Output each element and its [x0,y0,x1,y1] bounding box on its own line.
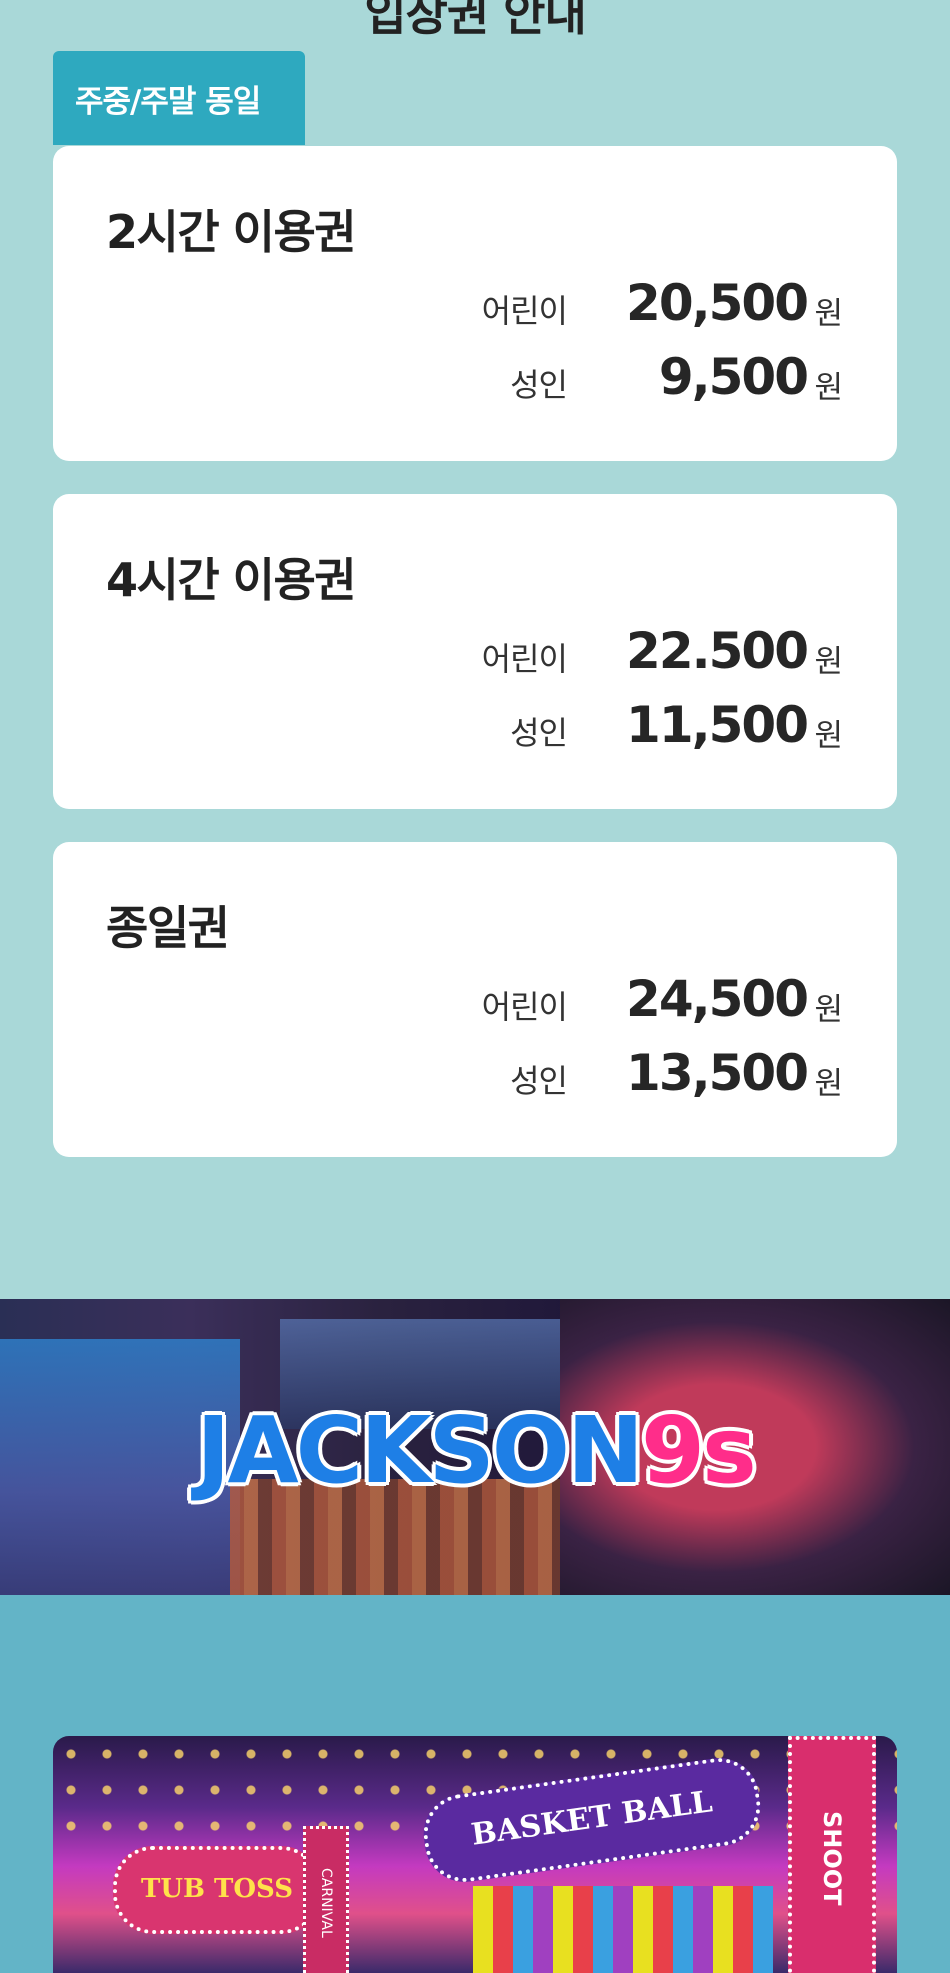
price-amount: 22.500 [626,622,809,680]
gallery-section: TUB TOSS CARNIVAL BASKET BALL SHOOT [0,1595,950,1973]
carnival-games-photo: TUB TOSS CARNIVAL BASKET BALL SHOOT [53,1736,897,1973]
price-row-child: 어린이 22.500 원 [53,622,897,682]
price-unit: 원 [814,718,843,754]
price-row-child: 어린이 24,500 원 [53,970,897,1030]
price-label: 어린이 [481,988,568,1026]
ticket-title: 종일권 [106,901,230,955]
ticket-title: 2시간 이용권 [106,205,357,259]
prize-wall [473,1886,773,1973]
tub-toss-sign: TUB TOSS [113,1846,321,1934]
price-label: 어린이 [481,640,568,678]
section-heading: 입장권 안내 [364,0,587,41]
price-unit: 원 [814,992,843,1028]
ticket-card-2h: 2시간 이용권 어린이 20,500 원 성인 9,500 원 [53,146,897,461]
price-row-child: 어린이 20,500 원 [53,274,897,334]
carnival-sign: CARNIVAL [303,1826,349,1973]
logo-accent: 9s [640,1397,757,1504]
ticket-section: 입장권 안내 주중/주말 동일 2시간 이용권 어린이 20,500 원 성인 … [0,0,950,1300]
price-amount: 13,500 [626,1044,809,1102]
price-row-adult: 성인 11,500 원 [53,696,897,756]
ticket-card-allday: 종일권 어린이 24,500 원 성인 13,500 원 [53,842,897,1157]
price-amount: 11,500 [626,696,809,754]
price-unit: 원 [814,370,843,406]
price-label: 성인 [510,714,568,752]
price-unit: 원 [814,1066,843,1102]
weekday-weekend-tag: 주중/주말 동일 [53,51,305,145]
ticket-title: 4시간 이용권 [106,553,357,607]
price-unit: 원 [814,644,843,680]
price-unit: 원 [814,296,843,332]
price-label: 성인 [510,1062,568,1100]
price-amount: 24,500 [626,970,809,1028]
price-amount: 9,500 [658,348,809,406]
logo-text: JACKSON [196,1397,644,1504]
shoot-sign: SHOOT [788,1736,876,1973]
price-row-adult: 성인 9,500 원 [53,348,897,408]
price-amount: 20,500 [626,274,809,332]
price-label: 성인 [510,366,568,404]
ticket-card-4h: 4시간 이용권 어린이 22.500 원 성인 11,500 원 [53,494,897,809]
jackson9s-logo: JACKSON9s [0,1397,950,1504]
price-label: 어린이 [481,292,568,330]
price-row-adult: 성인 13,500 원 [53,1044,897,1104]
arcade-banner: JACKSON9s [0,1299,950,1595]
